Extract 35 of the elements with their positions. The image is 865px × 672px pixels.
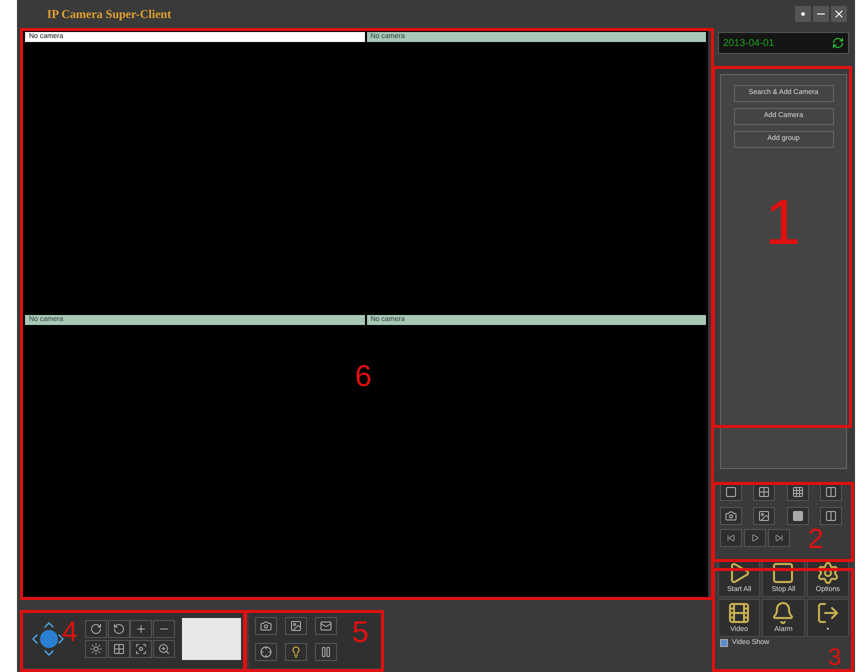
annotation-number: 5 (352, 618, 369, 648)
stop-icon (771, 560, 796, 585)
pause-icon[interactable] (315, 643, 337, 661)
snapshot-icon[interactable] (753, 507, 776, 525)
snapshot-icon[interactable] (285, 617, 307, 635)
rotate-icon[interactable] (108, 620, 130, 638)
sun-icon[interactable] (84, 640, 107, 658)
annotation-number: 4 (62, 618, 78, 646)
preset-box (182, 618, 241, 660)
refresh-icon[interactable] (832, 37, 844, 49)
film-icon (727, 600, 752, 625)
previous-icon[interactable] (720, 529, 742, 547)
close-icon[interactable] (831, 6, 847, 22)
rotate-icon[interactable] (84, 620, 107, 638)
bell-icon (771, 600, 796, 625)
exit-icon (816, 600, 840, 625)
annotation-number: 3 (828, 646, 842, 670)
checkbox[interactable] (720, 639, 728, 648)
window-title: IP Camera Super-Client (47, 6, 172, 23)
crosshair-icon[interactable] (255, 643, 277, 661)
focus-icon[interactable] (130, 640, 152, 658)
minimize-icon[interactable] (813, 6, 829, 22)
lightbulb-icon[interactable] (285, 643, 307, 661)
zoom-in-icon[interactable] (130, 620, 152, 638)
play-icon[interactable] (744, 529, 766, 547)
date-text: 2013-04-01 (723, 36, 774, 50)
settings-icon (816, 560, 840, 585)
grid-icon[interactable] (108, 640, 130, 658)
mail-icon[interactable] (315, 617, 337, 635)
panel-icon[interactable] (820, 507, 842, 525)
annotation-number: 1 (765, 190, 801, 254)
next-icon[interactable] (768, 529, 790, 547)
annotation-number: 2 (808, 525, 824, 553)
zoom-icon[interactable] (153, 640, 176, 658)
camera-icon[interactable] (720, 507, 742, 525)
